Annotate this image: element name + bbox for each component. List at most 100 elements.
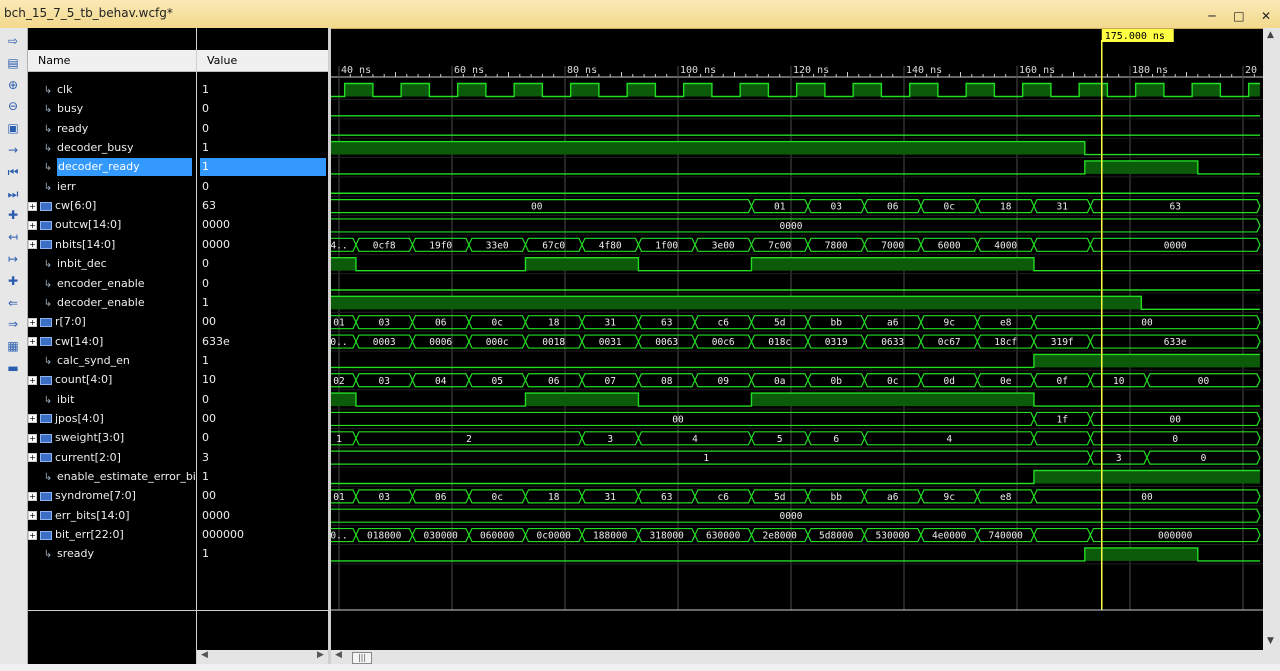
expand-icon[interactable]: +: [28, 375, 37, 385]
add-marker-icon[interactable]: ✚: [4, 206, 22, 224]
wave-track[interactable]: [322, 82, 1263, 100]
minimize-icon[interactable]: ─: [1204, 8, 1220, 24]
signal-row[interactable]: + nbits[14:0]: [28, 236, 196, 254]
signal-row[interactable]: + err_bits[14:0]: [28, 507, 196, 525]
signal-row[interactable]: ↳ inbit_dec: [28, 255, 196, 273]
wave-track[interactable]: 00 1f 00: [321, 411, 1263, 429]
snap-icon[interactable]: ▦: [4, 337, 22, 355]
wave-track[interactable]: [322, 289, 1263, 294]
go-start-icon[interactable]: ⏮: [4, 163, 22, 181]
add-icon[interactable]: ✚: [4, 272, 22, 290]
bus-value-label: 00: [1169, 414, 1181, 425]
expand-icon[interactable]: +: [28, 337, 37, 347]
signal-row[interactable]: + count[4:0]: [28, 371, 196, 389]
prev-transition-icon[interactable]: ↤: [4, 228, 22, 246]
bus-value-label: 3e00: [712, 240, 735, 251]
expand-icon[interactable]: +: [28, 220, 37, 230]
signal-row[interactable]: ↳ enable_estimate_error_bits: [28, 468, 206, 486]
signal-row[interactable]: + outcw[14:0]: [28, 216, 196, 234]
expand-icon[interactable]: +: [28, 433, 37, 443]
signal-row[interactable]: ↳ calc_synd_en: [28, 352, 196, 370]
swap-left-icon[interactable]: ⇐: [4, 294, 22, 312]
expand-icon[interactable]: +: [28, 317, 37, 327]
value-hscrollbar[interactable]: ◀ ▶: [197, 650, 328, 664]
signal-row[interactable]: + cw[14:0]: [28, 333, 196, 351]
zoom-out-icon[interactable]: ⊖: [4, 97, 22, 115]
bus-value-label: 0: [1172, 434, 1178, 445]
high-fill: [853, 83, 882, 97]
zoom-in-icon[interactable]: ⊕: [4, 76, 22, 94]
wave-track[interactable]: [322, 115, 1263, 120]
bus-signal-icon: [40, 375, 52, 385]
signal-row[interactable]: ↳ ibit: [28, 391, 196, 409]
wave-track[interactable]: [322, 140, 1263, 159]
signal-row[interactable]: + cw[6:0]: [28, 197, 196, 215]
expand-icon[interactable]: +: [28, 453, 37, 463]
vertical-scrollbar[interactable]: ▲ ▼: [1263, 28, 1280, 664]
signal-row[interactable]: ↳ busy: [28, 100, 196, 118]
signal-row[interactable]: ↳ ready: [28, 120, 196, 138]
swap-right-icon[interactable]: ⇒: [4, 315, 22, 333]
wave-track[interactable]: 4.. 0cf8 19f0 33e0 67c0 4f80 1f00 3e00 7c00 7800 7…: [321, 237, 1263, 255]
wave-scroll-left-icon[interactable]: ◀: [335, 650, 342, 660]
next-transition-icon[interactable]: ↦: [4, 250, 22, 268]
wave-track[interactable]: 1 2 3 4 5 6 4 0: [321, 431, 1263, 449]
wave-track[interactable]: 00 01 03 06 0c 18 31 63: [321, 199, 1263, 217]
signal-row[interactable]: ↳ ierr: [28, 178, 196, 196]
wave-track[interactable]: [322, 392, 1263, 410]
signal-row[interactable]: + current[2:0]: [28, 449, 196, 467]
restore-icon[interactable]: □: [1231, 8, 1247, 24]
wave-track[interactable]: 0000: [321, 508, 1263, 526]
wave-track[interactable]: [322, 353, 1263, 371]
scroll-right-icon[interactable]: ▶: [317, 650, 324, 660]
wave-track[interactable]: [322, 469, 1263, 487]
signal-row[interactable]: + bit_err[22:0]: [28, 526, 196, 544]
signal-row[interactable]: ↳ clk: [28, 81, 196, 99]
expand-icon[interactable]: +: [28, 511, 37, 521]
name-column-header[interactable]: Name: [28, 50, 196, 72]
scroll-down-icon[interactable]: ▼: [1267, 636, 1274, 646]
wave-track[interactable]: 0.. 018000 030000 060000 0c0000 188000 318000 6…: [321, 527, 1263, 546]
close-icon[interactable]: ✕: [1258, 8, 1274, 24]
wave-track[interactable]: [322, 134, 1263, 139]
wave-track[interactable]: 01 03 06 0c 18 31 63 c6 5d bb a6 9c e8 00: [321, 489, 1263, 507]
save-icon[interactable]: ▤: [4, 54, 22, 72]
ruler-icon[interactable]: ▬: [4, 359, 22, 377]
zoom-fit-icon[interactable]: ⇨: [4, 32, 22, 50]
expand-icon[interactable]: +: [28, 530, 37, 540]
wave-track[interactable]: 1 3 0: [321, 450, 1263, 468]
waveform-area[interactable]: 40 ns 60 ns 80 ns 100 ns 120 ns 140 ns 160 ns 1…: [321, 28, 1263, 650]
scroll-left-icon[interactable]: ◀: [201, 650, 208, 660]
expand-icon[interactable]: +: [28, 240, 37, 250]
go-end-icon[interactable]: ⏭: [4, 185, 22, 203]
wave-track[interactable]: 0.. 0003 0006 000c 0018 0031 0063 00c6 018c 0319 0…: [321, 334, 1263, 352]
wave-track[interactable]: 02 03 04 05 06 07 08 09 0a 0b 0c 0d 0e 0f 10 00: [321, 373, 1263, 391]
wave-track[interactable]: [322, 295, 1263, 313]
scrollbar-thumb[interactable]: |||: [352, 652, 372, 664]
wave-track[interactable]: 0000: [321, 218, 1263, 236]
wave-track[interactable]: [322, 160, 1263, 178]
signal-row[interactable]: + jpos[4:0]: [28, 410, 196, 428]
wave-hscrollbar[interactable]: ◀: [331, 650, 1263, 664]
signal-row[interactable]: ↳ decoder_busy: [28, 139, 196, 157]
expand-icon[interactable]: +: [28, 491, 37, 501]
go-cursor-icon[interactable]: →: [4, 141, 22, 159]
waveform-canvas[interactable]: 40 ns 60 ns 80 ns 100 ns 120 ns 140 ns 160 ns 1…: [321, 28, 1263, 650]
signal-row[interactable]: ↳ decoder_ready: [28, 158, 196, 177]
expand-icon[interactable]: +: [28, 414, 37, 424]
value-column-header[interactable]: Value: [197, 50, 328, 72]
signal-row[interactable]: ↳ decoder_enable: [28, 294, 196, 312]
signal-row[interactable]: ↳ encoder_enable: [28, 275, 196, 293]
signal-row[interactable]: + syndrome[7:0]: [28, 487, 196, 505]
expand-icon[interactable]: +: [28, 201, 37, 211]
signal-row[interactable]: ↳ sready: [28, 545, 196, 563]
signal-row[interactable]: + sweight[3:0]: [28, 429, 196, 447]
scroll-up-icon[interactable]: ▲: [1267, 30, 1274, 40]
wave-track[interactable]: [322, 192, 1263, 197]
wave-track[interactable]: [322, 547, 1263, 565]
wave-track[interactable]: [322, 256, 1263, 275]
signal-row[interactable]: + r[7:0]: [28, 313, 196, 331]
wave-track[interactable]: 01 03 06 0c 18 31 63 c6 5d bb a6 9c e8 00: [321, 315, 1263, 333]
bus-value-label: 633e: [1164, 337, 1187, 348]
zoom-full-icon[interactable]: ▣: [4, 119, 22, 137]
